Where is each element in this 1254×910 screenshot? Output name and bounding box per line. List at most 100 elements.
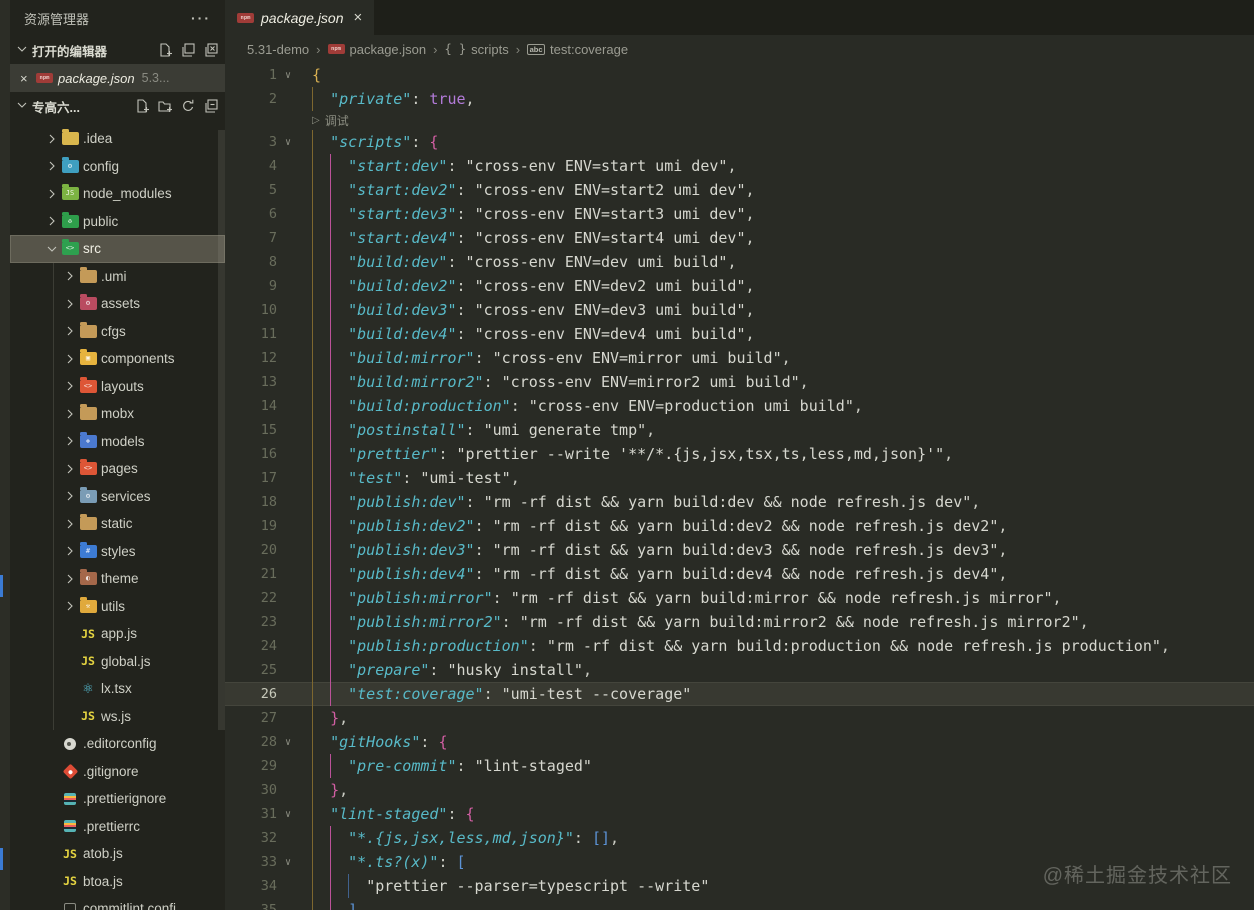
code-line-30[interactable]: 30 }, [225, 778, 1254, 802]
chevron-right-icon[interactable] [62, 406, 78, 422]
tree-item--idea[interactable]: .idea [10, 125, 225, 153]
tree-item-theme[interactable]: ◐ theme [10, 565, 225, 593]
chevron-right-icon[interactable] [62, 433, 78, 449]
code-line-31[interactable]: 31 ∨ "lint-staged": { [225, 802, 1254, 826]
code-line-2[interactable]: 2 "private": true, [225, 87, 1254, 111]
tree-item-cfgs[interactable]: cfgs [10, 318, 225, 346]
code-line-35[interactable]: 35 ] [225, 898, 1254, 910]
tree-item-mobx[interactable]: mobx [10, 400, 225, 428]
code-line-8[interactable]: 8 "build:dev": "cross-env ENV=dev umi bu… [225, 250, 1254, 274]
open-editor-item-package-json[interactable]: × npm package.json 5.3... [10, 64, 225, 92]
tree-item--umi[interactable]: .umi [10, 263, 225, 291]
code-line-20[interactable]: 20 "publish:dev3": "rm -rf dist && yarn … [225, 538, 1254, 562]
chevron-right-icon[interactable] [62, 268, 78, 284]
fold-chevron-icon[interactable]: ∨ [277, 137, 299, 148]
code-line-13[interactable]: 13 "build:mirror2": "cross-env ENV=mirro… [225, 370, 1254, 394]
chevron-right-icon[interactable] [44, 213, 60, 229]
tree-item--prettierrc[interactable]: .prettierrc [10, 813, 225, 841]
code-line-28[interactable]: 28 ∨ "gitHooks": { [225, 730, 1254, 754]
tab-package-json[interactable]: npm package.json × [225, 0, 375, 35]
code-line-16[interactable]: 16 "prettier": "prettier --write '**/*.{… [225, 442, 1254, 466]
tree-item-global-js[interactable]: JS global.js [10, 648, 225, 676]
chevron-right-icon[interactable] [44, 186, 60, 202]
fold-chevron-icon[interactable]: ∨ [277, 809, 299, 820]
code-line-7[interactable]: 7 "start:dev4": "cross-env ENV=start4 um… [225, 226, 1254, 250]
tree-item-commitlint-confi[interactable]: commitlint.confi [10, 895, 225, 910]
close-icon[interactable]: × [354, 9, 363, 26]
tree-item-atob-js[interactable]: JS atob.js [10, 840, 225, 868]
more-actions-icon[interactable]: ··· [191, 10, 211, 26]
tree-item-ws-js[interactable]: JS ws.js [10, 703, 225, 731]
chevron-right-icon[interactable] [44, 158, 60, 174]
chevron-right-icon[interactable] [62, 543, 78, 559]
code-line-19[interactable]: 19 "publish:dev2": "rm -rf dist && yarn … [225, 514, 1254, 538]
tree-item--editorconfig[interactable]: .editorconfig [10, 730, 225, 758]
chevron-right-icon[interactable] [62, 461, 78, 477]
new-untitled-file-icon[interactable] [157, 42, 173, 58]
tree-item-layouts[interactable]: <> layouts [10, 373, 225, 401]
code-line-23[interactable]: 23 "publish:mirror2": "rm -rf dist && ya… [225, 610, 1254, 634]
code-line-15[interactable]: 15 "postinstall": "umi generate tmp", [225, 418, 1254, 442]
tree-item-src[interactable]: <> src [10, 235, 225, 263]
chevron-right-icon[interactable] [44, 131, 60, 147]
code-line-11[interactable]: 11 "build:dev4": "cross-env ENV=dev4 umi… [225, 322, 1254, 346]
code-line-27[interactable]: 27 }, [225, 706, 1254, 730]
chevron-right-icon[interactable] [62, 296, 78, 312]
tree-item-btoa-js[interactable]: JS btoa.js [10, 868, 225, 896]
chevron-right-icon[interactable] [62, 571, 78, 587]
tree-item-static[interactable]: static [10, 510, 225, 538]
tree-item-assets[interactable]: ⚙ assets [10, 290, 225, 318]
code-line-12[interactable]: 12 "build:mirror": "cross-env ENV=mirror… [225, 346, 1254, 370]
breadcrumb-item-file[interactable]: npm package.json [327, 42, 426, 57]
code-line-4[interactable]: 4 "start:dev": "cross-env ENV=start umi … [225, 154, 1254, 178]
close-icon[interactable]: × [20, 71, 36, 86]
new-file-icon[interactable] [134, 98, 150, 114]
code-line-17[interactable]: 17 "test": "umi-test", [225, 466, 1254, 490]
fold-chevron-icon[interactable]: ∨ [277, 857, 299, 868]
new-folder-icon[interactable] [157, 98, 173, 114]
tree-item-models[interactable]: ❖ models [10, 428, 225, 456]
chevron-down-icon[interactable] [44, 241, 60, 257]
tree-item-utils[interactable]: ⚒ utils [10, 593, 225, 621]
breadcrumb-item-test-coverage[interactable]: abc test:coverage [527, 42, 628, 57]
breadcrumb-item-scripts[interactable]: { } scripts [444, 42, 508, 57]
tree-item-lx-tsx[interactable]: ⚛ lx.tsx [10, 675, 225, 703]
tree-item-app-js[interactable]: JS app.js [10, 620, 225, 648]
code-line-14[interactable]: 14 "build:production": "cross-env ENV=pr… [225, 394, 1254, 418]
tree-item-pages[interactable]: <> pages [10, 455, 225, 483]
chevron-right-icon[interactable] [62, 378, 78, 394]
sidebar-scrollbar[interactable] [218, 130, 225, 730]
code-line-9[interactable]: 9 "build:dev2": "cross-env ENV=dev2 umi … [225, 274, 1254, 298]
code-line-22[interactable]: 22 "publish:mirror": "rm -rf dist && yar… [225, 586, 1254, 610]
collapse-all-icon[interactable] [203, 98, 219, 114]
refresh-icon[interactable] [180, 98, 196, 114]
code-line-32[interactable]: 32 "*.{js,jsx,less,md,json}": [], [225, 826, 1254, 850]
chevron-right-icon[interactable] [62, 488, 78, 504]
code-line-29[interactable]: 29 "pre-commit": "lint-staged" [225, 754, 1254, 778]
tree-item-services[interactable]: ⚙ services [10, 483, 225, 511]
tree-item--gitignore[interactable]: .gitignore [10, 758, 225, 786]
code-line-24[interactable]: 24 "publish:production": "rm -rf dist &&… [225, 634, 1254, 658]
save-all-icon[interactable] [180, 42, 196, 58]
code-line-3[interactable]: 3 ∨ "scripts": { [225, 130, 1254, 154]
tree-item-styles[interactable]: # styles [10, 538, 225, 566]
project-section-header[interactable]: 专高六... [10, 92, 225, 120]
code-line-1[interactable]: 1 ∨ { [225, 63, 1254, 87]
chevron-right-icon[interactable] [62, 323, 78, 339]
tree-item--prettierignore[interactable]: .prettierignore [10, 785, 225, 813]
chevron-right-icon[interactable] [62, 351, 78, 367]
code-line-26[interactable]: 26 "test:coverage": "umi-test --coverage… [225, 682, 1254, 706]
chevron-right-icon[interactable] [62, 598, 78, 614]
code-line-21[interactable]: 21 "publish:dev4": "rm -rf dist && yarn … [225, 562, 1254, 586]
fold-chevron-icon[interactable]: ∨ [277, 737, 299, 748]
tree-item-public[interactable]: ♻ public [10, 208, 225, 236]
tree-item-components[interactable]: ▣ components [10, 345, 225, 373]
close-all-editors-icon[interactable] [203, 42, 219, 58]
breadcrumb-item-project[interactable]: 5.31-demo [247, 42, 309, 57]
codelens-debug[interactable]: ▷ 调试 [225, 111, 1254, 130]
open-editors-header[interactable]: 打开的编辑器 [10, 36, 225, 64]
code-line-10[interactable]: 10 "build:dev3": "cross-env ENV=dev3 umi… [225, 298, 1254, 322]
chevron-right-icon[interactable] [62, 516, 78, 532]
tree-item-node-modules[interactable]: JS node_modules [10, 180, 225, 208]
fold-chevron-icon[interactable]: ∨ [277, 70, 299, 81]
